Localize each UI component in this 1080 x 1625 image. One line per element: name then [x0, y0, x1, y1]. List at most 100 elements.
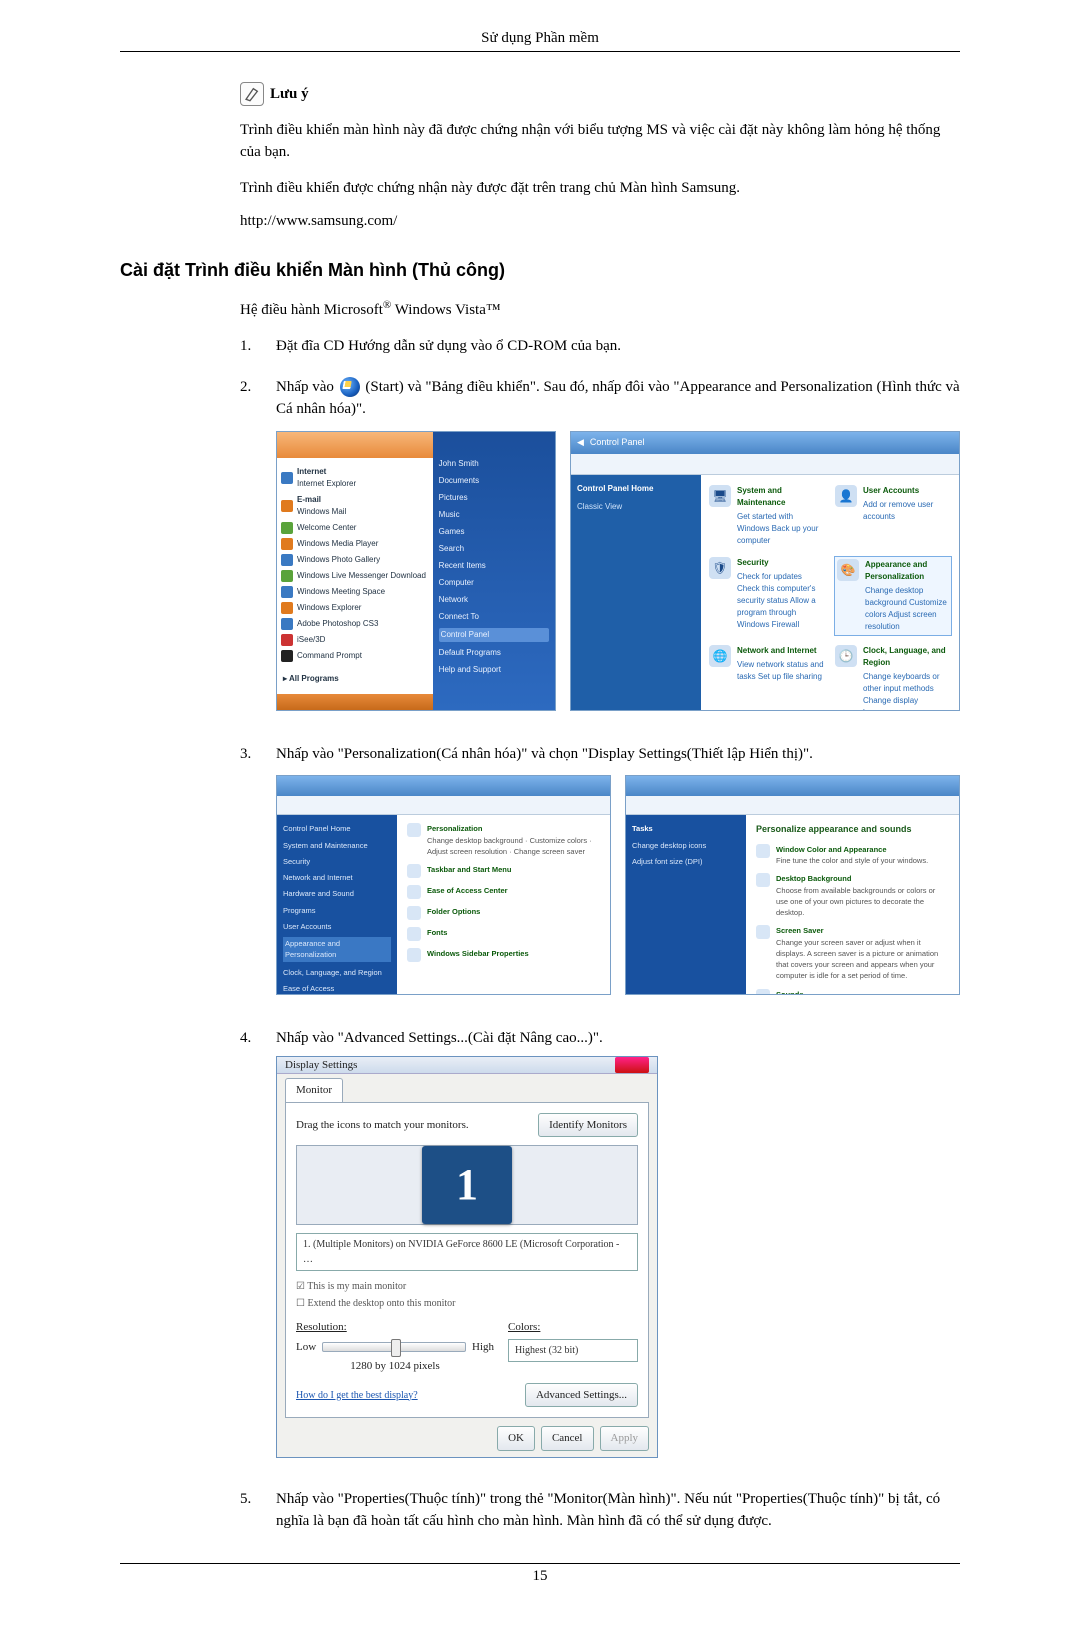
sm-item-livemsg[interactable]: Windows Live Messenger Download: [281, 570, 429, 582]
app-fonts-title: Fonts: [427, 927, 447, 938]
section-title: Cài đặt Trình điều khiển Màn hình (Thủ c…: [120, 260, 960, 281]
sm-item-media[interactable]: Windows Media Player: [281, 538, 429, 550]
sm-r-connect[interactable]: Connect To: [439, 611, 549, 623]
cp-breadcrumb[interactable]: [571, 454, 959, 475]
sm-item-cmd[interactable]: Command Prompt: [281, 650, 429, 662]
app-side-hw[interactable]: Hardware and Sound: [283, 888, 391, 899]
app-side-user[interactable]: User Accounts: [283, 921, 391, 932]
sm-item-meeting[interactable]: Windows Meeting Space: [281, 586, 429, 598]
resolution-slider[interactable]: [322, 1342, 466, 1352]
sm-r-default[interactable]: Default Programs: [439, 647, 549, 659]
app-side-net[interactable]: Network and Internet: [283, 872, 391, 883]
cp-cat-network[interactable]: 🌐Network and InternetView network status…: [709, 645, 825, 711]
cancel-button[interactable]: Cancel: [541, 1426, 594, 1451]
sm-r-controlpanel[interactable]: Control Panel: [439, 628, 549, 642]
step-2: 2. Nhấp vào (Start) và "Bảng điều khiển"…: [240, 376, 960, 725]
step-1: 1. Đặt đĩa CD Hướng dẫn sử dụng vào ổ CD…: [240, 335, 960, 358]
tab-monitor[interactable]: Monitor: [285, 1078, 343, 1102]
app-l3[interactable]: Adjust screen resolution: [427, 847, 507, 856]
app-row-folder[interactable]: Folder Options: [407, 906, 600, 920]
bg-icon: [756, 873, 770, 887]
sm-all-programs[interactable]: ▸ All Programs: [281, 670, 429, 688]
sm-r-search[interactable]: Search: [439, 543, 549, 555]
sm-r-help[interactable]: Help and Support: [439, 664, 549, 676]
advanced-settings-button[interactable]: Advanced Settings...: [525, 1383, 638, 1408]
sm-r-computer[interactable]: Computer: [439, 577, 549, 589]
app-row-ease[interactable]: Ease of Access Center: [407, 885, 600, 899]
page-number: 15: [120, 1563, 960, 1585]
cp-title-text: Control Panel: [590, 436, 645, 450]
cp-side-home[interactable]: Control Panel Home: [577, 483, 695, 495]
colors-select[interactable]: Highest (32 bit): [508, 1339, 638, 1362]
appearance-breadcrumb[interactable]: [277, 796, 610, 815]
perso-breadcrumb[interactable]: [626, 796, 959, 815]
perso-item-color[interactable]: Window Color and AppearanceFine tune the…: [756, 844, 949, 867]
ds-preview[interactable]: 1: [296, 1145, 638, 1225]
sm-item-photoshop[interactable]: Adobe Photoshop CS3: [281, 618, 429, 630]
colors-label: Colors:: [508, 1319, 638, 1336]
apply-button[interactable]: Apply: [600, 1426, 650, 1451]
step-number: 2.: [240, 376, 276, 399]
extend-desktop-checkbox[interactable]: ☐ Extend the desktop onto this monitor: [296, 1296, 638, 1311]
sm-r-recent[interactable]: Recent Items: [439, 560, 549, 572]
cp-back-icon[interactable]: ◀: [577, 436, 584, 450]
sm-search-bar[interactable]: [277, 694, 433, 710]
perso-item-bg[interactable]: Desktop BackgroundChoose from available …: [756, 873, 949, 918]
step-1-text: Đặt đĩa CD Hướng dẫn sử dụng vào ổ CD-RO…: [276, 335, 960, 358]
app-side-appearance-active[interactable]: Appearance and Personalization: [283, 937, 391, 962]
sm-item-internet[interactable]: InternetInternet Explorer: [281, 466, 429, 490]
cp-titlebar: ◀ Control Panel: [571, 432, 959, 454]
app-sidebar-title: Windows Sidebar Properties: [427, 948, 529, 959]
app-row-taskbar[interactable]: Taskbar and Start Menu: [407, 864, 600, 878]
sm-r-music[interactable]: Music: [439, 509, 549, 521]
sm-r-pics[interactable]: Pictures: [439, 492, 549, 504]
sm-r-docs[interactable]: Documents: [439, 475, 549, 487]
start-menu-left: InternetInternet Explorer E-mailWindows …: [277, 432, 433, 710]
page-header: Sử dụng Phần mềm: [120, 30, 960, 52]
ok-button[interactable]: OK: [497, 1426, 535, 1451]
os-suffix: Windows Vista™: [391, 302, 500, 318]
app-row-perso[interactable]: PersonalizationChange desktop background…: [407, 823, 600, 857]
app-side-sec[interactable]: Security: [283, 856, 391, 867]
cp-main: 🖥System and MaintenanceGet started with …: [701, 475, 959, 711]
app-l2[interactable]: Customize colors: [530, 836, 588, 845]
monitor-1-icon[interactable]: 1: [422, 1146, 512, 1224]
sm-item-gallery[interactable]: Windows Photo Gallery: [281, 554, 429, 566]
best-display-link[interactable]: How do I get the best display?: [296, 1388, 418, 1403]
step-number: 1.: [240, 335, 276, 358]
app-side-cphome[interactable]: Control Panel Home: [283, 823, 391, 834]
resolution-group: Resolution: Low High 1280 by 1024 pixels: [296, 1319, 494, 1375]
perso-side-icons[interactable]: Change desktop icons: [632, 840, 740, 851]
app-l1[interactable]: Change desktop background: [427, 836, 523, 845]
sm-item-email[interactable]: E-mailWindows Mail: [281, 494, 429, 518]
perso-side-dpi[interactable]: Adjust font size (DPI): [632, 856, 740, 867]
monitor-select[interactable]: 1. (Multiple Monitors) on NVIDIA GeForce…: [296, 1233, 638, 1271]
identify-monitors-button[interactable]: Identify Monitors: [538, 1113, 638, 1138]
sm-r-network[interactable]: Network: [439, 594, 549, 606]
sm-item-isee[interactable]: iSee/3D: [281, 634, 429, 646]
sm-item-explorer[interactable]: Windows Explorer: [281, 602, 429, 614]
close-icon[interactable]: [615, 1057, 649, 1073]
sm-item-welcome[interactable]: Welcome Center: [281, 522, 429, 534]
cp-cat-clock[interactable]: 🕒Clock, Language, and RegionChange keybo…: [835, 645, 951, 711]
main-monitor-checkbox[interactable]: ☑ This is my main monitor: [296, 1279, 638, 1294]
chk1-label: This is my main monitor: [307, 1281, 406, 1292]
app-side-clock[interactable]: Clock, Language, and Region: [283, 967, 391, 978]
app-row-fonts[interactable]: Fonts: [407, 927, 600, 941]
cp-cat-system-title: System and Maintenance: [737, 485, 825, 509]
cp-cat-app-sub: Change desktop background Customize colo…: [865, 585, 949, 633]
cp-cat-user[interactable]: 👤User AccountsAdd or remove user account…: [835, 485, 951, 547]
cp-side-classic[interactable]: Classic View: [577, 501, 695, 513]
app-row-sidebar[interactable]: Windows Sidebar Properties: [407, 948, 600, 962]
app-side-ease[interactable]: Ease of Access: [283, 983, 391, 994]
cp-cat-system[interactable]: 🖥System and MaintenanceGet started with …: [709, 485, 825, 547]
app-side-sys[interactable]: System and Maintenance: [283, 840, 391, 851]
app-side-prog[interactable]: Programs: [283, 905, 391, 916]
cp-cat-security[interactable]: 🛡SecurityCheck for updates Check this co…: [709, 557, 825, 635]
cp-cat-appearance[interactable]: 🎨Appearance and PersonalizationChange de…: [835, 557, 951, 635]
sm-r-games[interactable]: Games: [439, 526, 549, 538]
perso-item-sounds[interactable]: SoundsChange which sounds are heard when…: [756, 989, 949, 996]
app-l4[interactable]: Change screen saver: [514, 847, 585, 856]
ds-content: Drag the icons to match your monitors. I…: [285, 1102, 649, 1419]
perso-item-ss[interactable]: Screen SaverChange your screen saver or …: [756, 925, 949, 981]
